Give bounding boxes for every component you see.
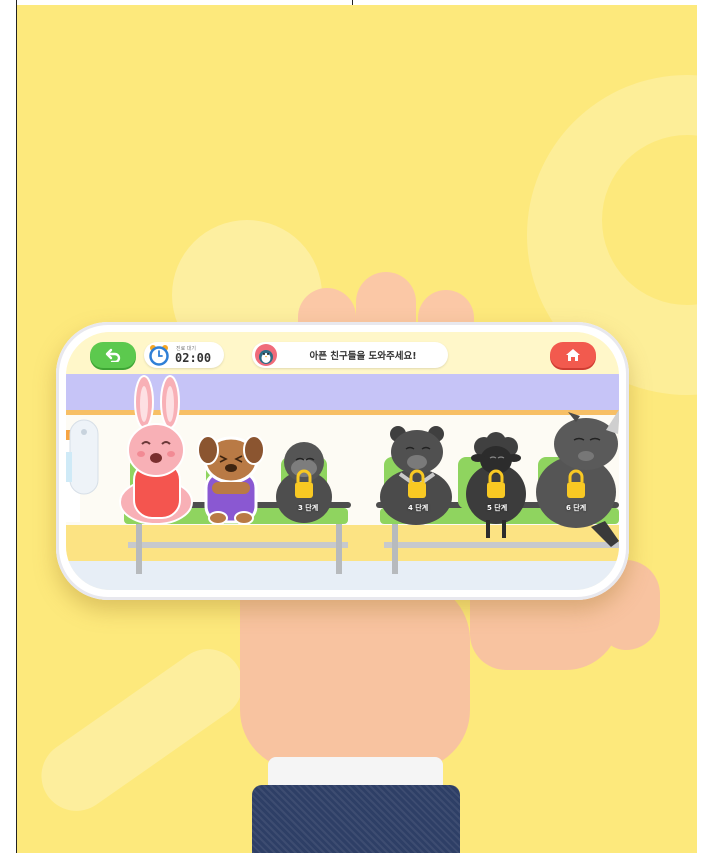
stage-label-sheep: 5 단계 <box>487 504 508 512</box>
stage-label-bear: 4 단계 <box>408 504 429 512</box>
home-icon <box>566 349 580 361</box>
game-screen: 3 단계 4 단계 5 단계 6 단계 진료 대기 02:00 아픈 친구들을 … <box>66 332 619 590</box>
rhino-character[interactable] <box>536 408 619 547</box>
phone-device: 3 단계 4 단계 5 단계 6 단계 진료 대기 02:00 아픈 친구들을 … <box>56 322 629 600</box>
waiting-timer: 진료 대기 02:00 <box>144 342 224 368</box>
stage-label-rhino: 6 단계 <box>566 504 587 512</box>
puppy-character[interactable] <box>197 435 265 525</box>
palm <box>240 580 470 770</box>
sleeve <box>252 785 460 853</box>
home-button[interactable] <box>550 342 596 368</box>
penguin-avatar-icon <box>255 344 277 366</box>
hospital-pillar <box>66 419 99 522</box>
back-button[interactable] <box>90 342 136 368</box>
mission-banner: 아픈 친구들을 도와주세요! <box>252 342 448 368</box>
alarm-clock-icon <box>149 345 169 366</box>
mission-text: 아픈 친구들을 도와주세요! <box>309 351 417 362</box>
bunny-character[interactable] <box>119 375 193 525</box>
waiting-room-scene <box>66 375 619 574</box>
undo-arrow-icon <box>105 348 121 362</box>
stage-label-gorilla: 3 단계 <box>298 504 319 512</box>
timer-value: 02:00 <box>175 351 212 365</box>
background-stripe <box>27 635 257 825</box>
